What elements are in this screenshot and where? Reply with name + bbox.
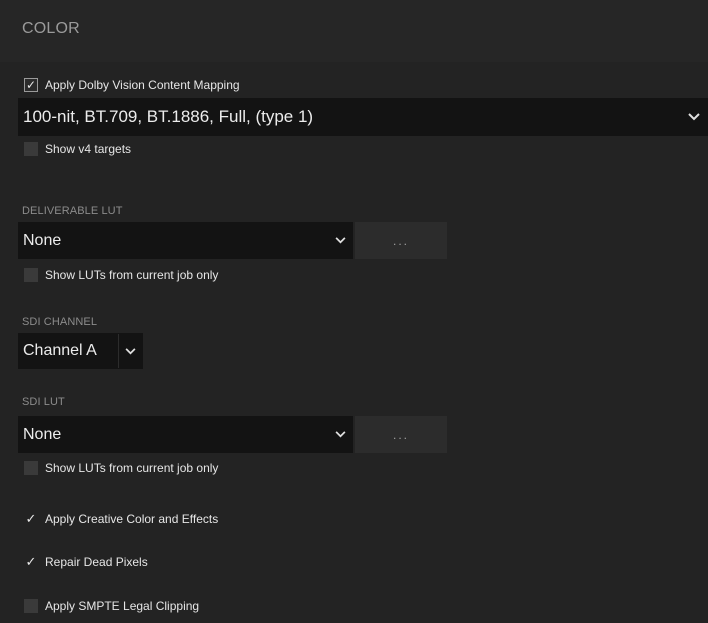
show-v4-targets-row[interactable]: Show v4 targets	[24, 140, 131, 158]
sdi-channel-value: Channel A	[23, 342, 97, 359]
smpte-legal-clipping-label: Apply SMPTE Legal Clipping	[45, 599, 200, 613]
show-v4-targets-checkbox[interactable]	[24, 142, 38, 156]
show-v4-targets-label: Show v4 targets	[45, 142, 132, 156]
color-panel: COLOR ✓ Apply Dolby Vision Content Mappi…	[0, 0, 708, 623]
creative-color-label: Apply Creative Color and Effects	[45, 512, 219, 526]
deliverable-lut-select[interactable]: None	[18, 222, 353, 259]
chevron-down-icon[interactable]	[681, 99, 707, 135]
sdi-channel-heading: SDI CHANNEL	[22, 316, 98, 328]
creative-color-checkbox[interactable]: ✓	[24, 512, 38, 526]
apply-dolby-vision-checkbox-row[interactable]: ✓ Apply Dolby Vision Content Mapping	[24, 76, 240, 94]
check-icon: ✓	[25, 78, 37, 92]
chevron-down-icon[interactable]	[118, 334, 142, 368]
deliverable-lut-heading: DELIVERABLE LUT	[22, 205, 123, 217]
sdi-lut-select[interactable]: None	[18, 416, 353, 453]
apply-dolby-vision-checkbox[interactable]: ✓	[24, 78, 38, 92]
sdi-lut-value: None	[23, 425, 62, 443]
sdi-channel-select[interactable]: Channel A	[18, 333, 143, 369]
sdi-lut-current-job-row[interactable]: Show LUTs from current job only	[24, 459, 218, 477]
chevron-down-icon[interactable]	[328, 417, 352, 452]
deliverable-lut-current-job-label: Show LUTs from current job only	[45, 268, 219, 282]
smpte-legal-clipping-checkbox[interactable]	[24, 599, 38, 613]
deliverable-lut-browse-button[interactable]: ...	[355, 222, 447, 259]
panel-title: COLOR	[22, 20, 80, 37]
deliverable-lut-current-job-checkbox[interactable]	[24, 268, 38, 282]
chevron-down-icon[interactable]	[328, 223, 352, 258]
check-icon: ✓	[25, 554, 37, 569]
deliverable-lut-current-job-row[interactable]: Show LUTs from current job only	[24, 266, 218, 284]
dolby-target-select[interactable]: 100-nit, BT.709, BT.1886, Full, (type 1)	[18, 98, 708, 136]
apply-dolby-vision-label: Apply Dolby Vision Content Mapping	[45, 78, 240, 92]
sdi-lut-browse-button[interactable]: ...	[355, 416, 447, 453]
repair-dead-pixels-checkbox[interactable]: ✓	[24, 555, 38, 569]
smpte-legal-clipping-row[interactable]: Apply SMPTE Legal Clipping	[24, 597, 199, 615]
creative-color-row[interactable]: ✓ Apply Creative Color and Effects	[24, 510, 219, 528]
panel-header: COLOR	[0, 0, 708, 62]
repair-dead-pixels-label: Repair Dead Pixels	[45, 555, 148, 569]
dolby-target-value: 100-nit, BT.709, BT.1886, Full, (type 1)	[23, 107, 314, 126]
sdi-lut-current-job-label: Show LUTs from current job only	[45, 461, 219, 475]
check-icon: ✓	[25, 511, 37, 526]
sdi-lut-current-job-checkbox[interactable]	[24, 461, 38, 475]
deliverable-lut-value: None	[23, 231, 62, 249]
sdi-lut-heading: SDI LUT	[22, 396, 65, 408]
repair-dead-pixels-row[interactable]: ✓ Repair Dead Pixels	[24, 553, 148, 571]
